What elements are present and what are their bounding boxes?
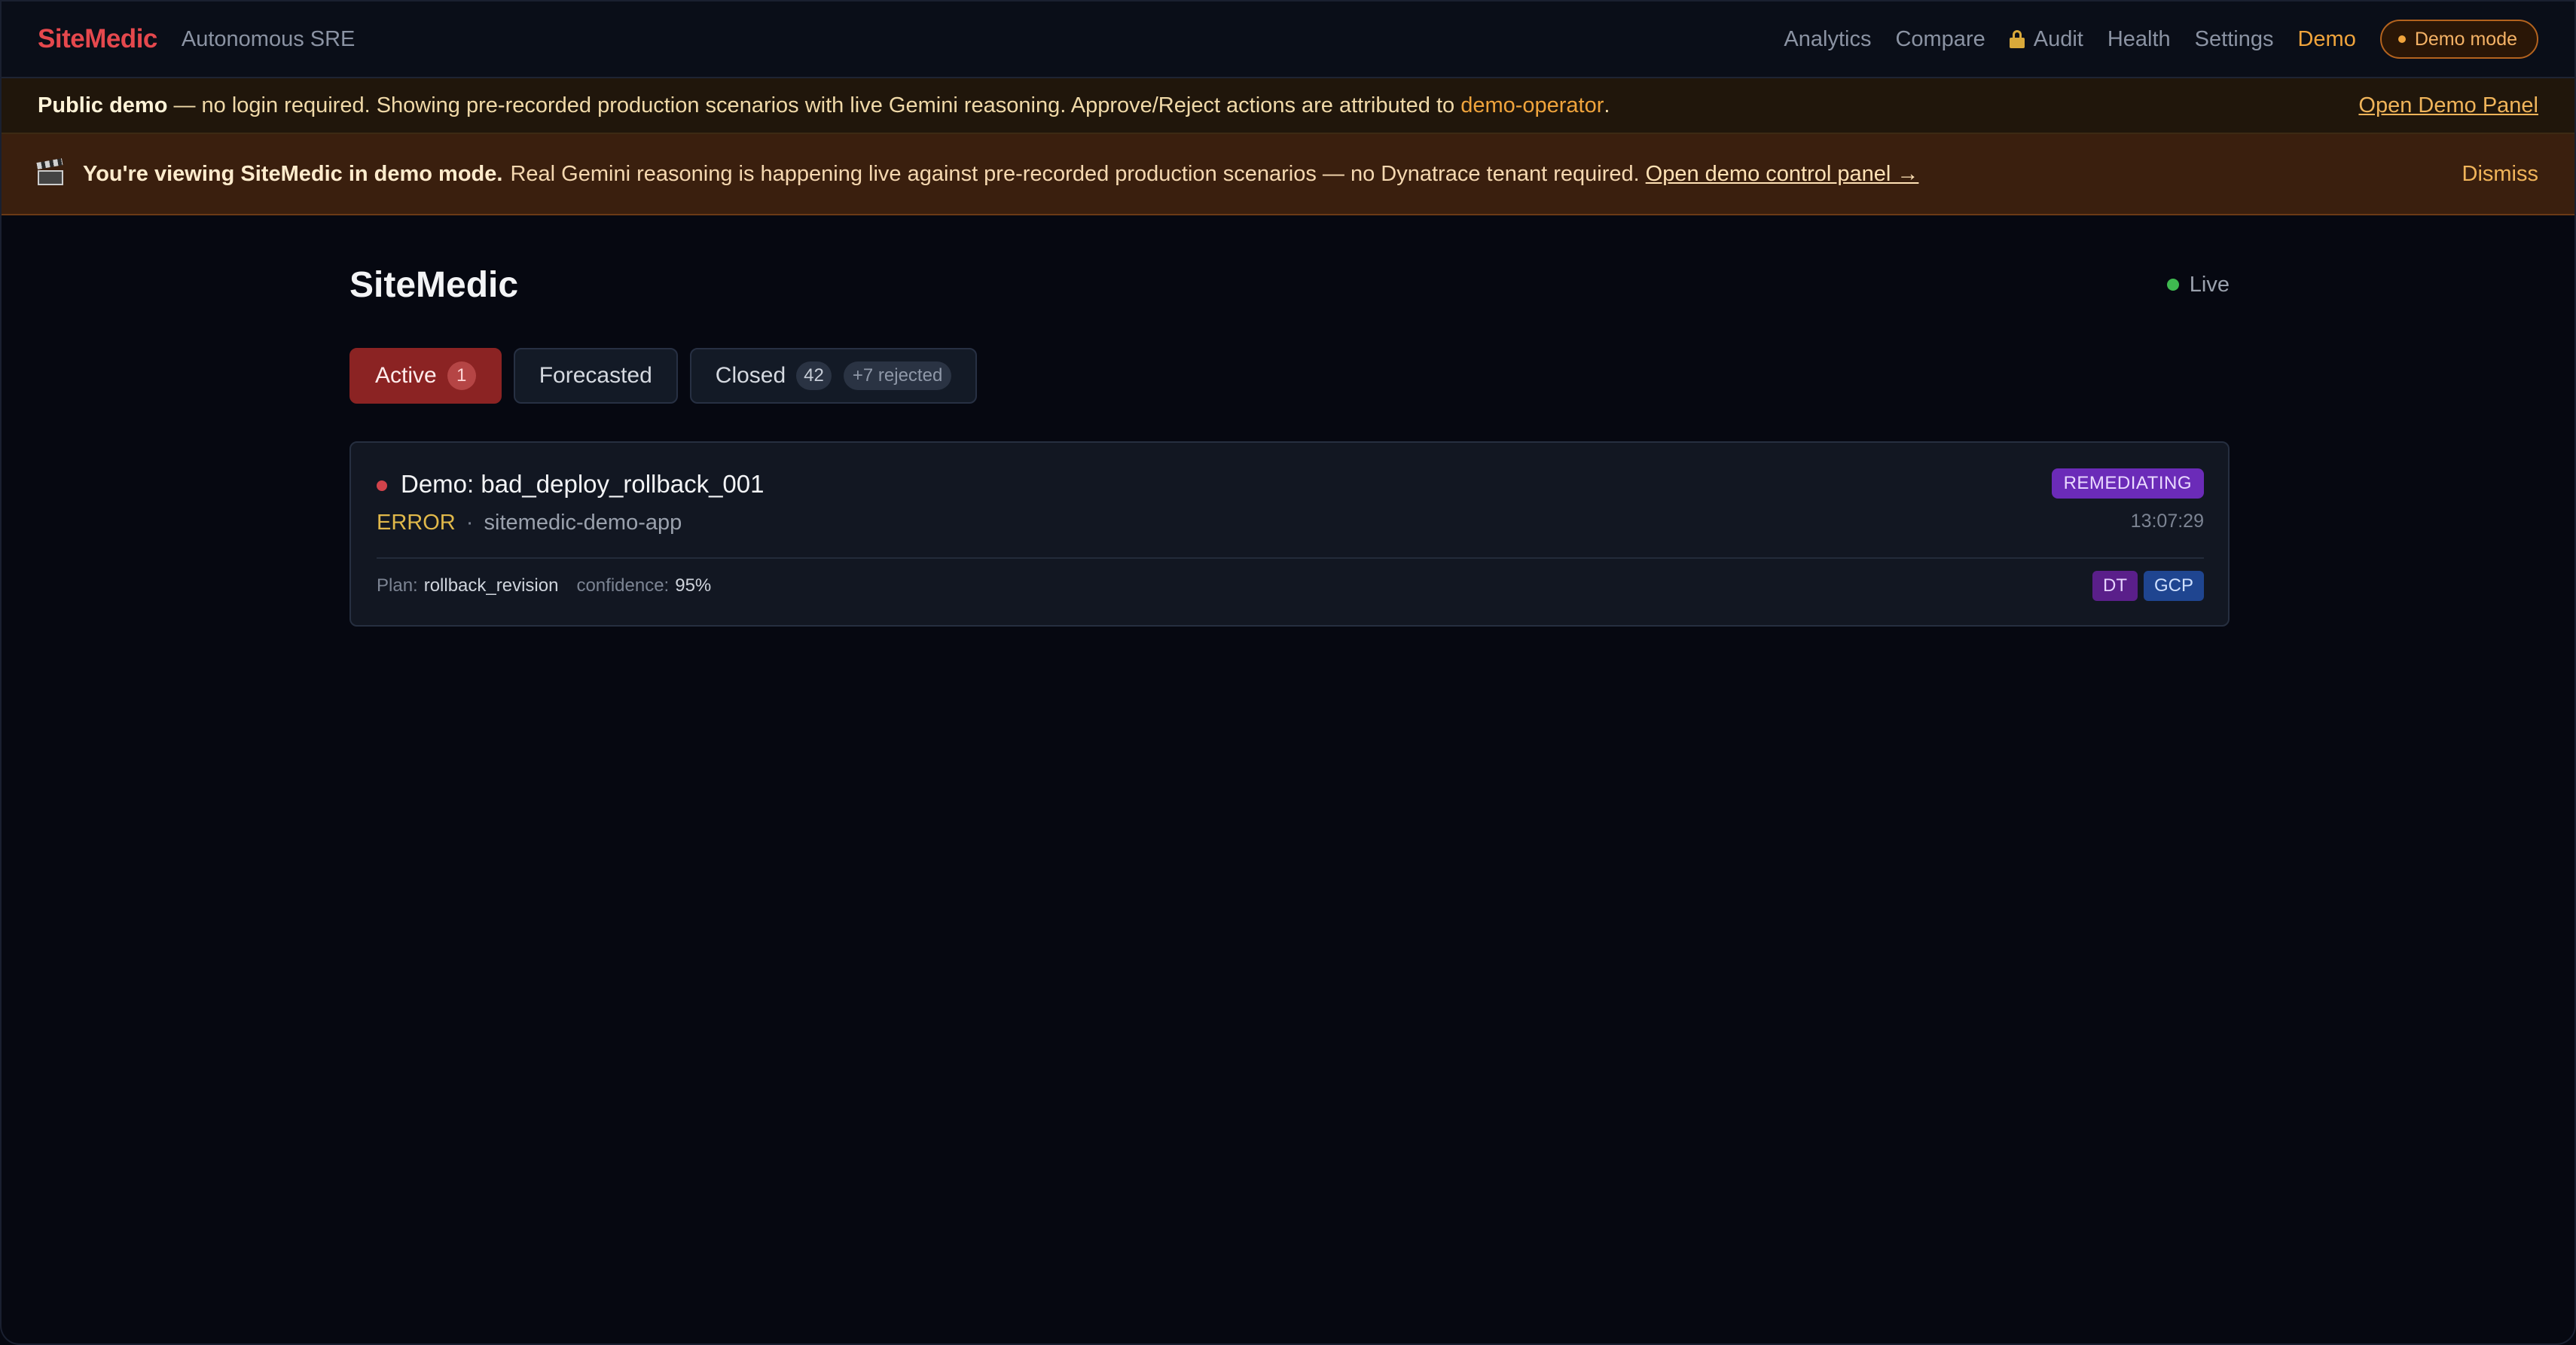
tab-closed-count: 42 <box>796 361 832 390</box>
incident-tabs: Active 1 Forecasted Closed 42 +7 rejecte… <box>349 348 989 404</box>
divider <box>377 557 2204 559</box>
tab-active-count: 1 <box>447 361 476 390</box>
page-header: SiteMedic Live <box>349 262 2230 307</box>
incident-card[interactable]: Demo: bad_deploy_rollback_001 ERROR · si… <box>349 441 2230 627</box>
tab-active-label: Active <box>375 363 437 388</box>
tab-closed[interactable]: Closed 42 +7 rejected <box>689 348 978 404</box>
rejected-count-badge: +7 rejected <box>843 361 952 390</box>
demo-mode-label: Demo mode <box>2414 28 2517 50</box>
incident-title[interactable]: Demo: bad_deploy_rollback_001 <box>401 470 765 499</box>
nav-link-demo[interactable]: Demo <box>2297 27 2355 52</box>
live-dot-icon <box>2166 279 2179 291</box>
demo-dot-icon <box>2397 35 2406 43</box>
demo-mode-pill[interactable]: Demo mode <box>2379 20 2538 59</box>
page-title: SiteMedic <box>349 264 519 305</box>
plan-label: Plan: <box>377 575 418 596</box>
public-demo-end: . <box>1604 93 1610 117</box>
demo-mode-text: Real Gemini reasoning is happening live … <box>510 161 1640 186</box>
public-demo-bold: Public demo <box>38 93 168 117</box>
public-demo-banner: Public demo — no login required. Showing… <box>2 78 2574 134</box>
app-window: SiteMedic Autonomous SRE Analytics Compa… <box>0 0 2576 1345</box>
nav-link-analytics[interactable]: Analytics <box>1784 27 1871 52</box>
brand-tagline: Autonomous SRE <box>181 26 356 51</box>
demo-mode-banner: You're viewing SiteMedic in demo mode. R… <box>2 134 2574 215</box>
dismiss-button[interactable]: Dismiss <box>2462 162 2539 187</box>
separator: · <box>465 511 474 535</box>
confidence-label: confidence: <box>576 575 670 596</box>
clapperboard-icon <box>36 158 63 185</box>
incident-timestamp: 13:07:29 <box>2130 511 2204 532</box>
status-badge: REMEDIATING <box>2051 468 2204 499</box>
live-indicator: Live <box>2166 272 2230 297</box>
plan-row: Plan: rollback_revision confidence: 95% <box>377 575 711 596</box>
service-name: sitemedic-demo-app <box>484 511 682 535</box>
nav-link-settings[interactable]: Settings <box>2195 27 2274 52</box>
source-tags: DT GCP <box>2086 571 2204 601</box>
plan-value: rollback_revision <box>423 575 559 596</box>
nav-link-audit-label: Audit <box>2033 26 2083 51</box>
live-label: Live <box>2189 272 2230 297</box>
tab-closed-label: Closed <box>715 363 786 388</box>
confidence-value: 95% <box>675 575 712 596</box>
open-demo-control-panel-link[interactable]: Open demo control panel → <box>1646 162 1919 187</box>
tag-dt: DT <box>2092 571 2138 601</box>
lock-icon <box>2009 30 2025 48</box>
tab-forecasted-label: Forecasted <box>539 363 652 388</box>
severity-label: ERROR <box>377 511 456 535</box>
brand-logo[interactable]: SiteMedic <box>38 24 157 54</box>
demo-mode-bold: You're viewing SiteMedic in demo mode. <box>83 161 503 186</box>
nav-link-audit[interactable]: Audit <box>2009 26 2083 52</box>
tab-active[interactable]: Active 1 <box>349 348 502 404</box>
nav-links: Analytics Compare Audit Health Settings … <box>1760 20 2538 59</box>
public-demo-text: — no login required. Showing pre-recorde… <box>167 93 1461 117</box>
open-demo-panel-link[interactable]: Open Demo Panel <box>2358 93 2538 118</box>
incident-subtitle: ERROR · sitemedic-demo-app <box>377 511 682 535</box>
nav-link-health[interactable]: Health <box>2107 27 2171 52</box>
nav-link-compare[interactable]: Compare <box>1895 27 1985 52</box>
demo-operator-name: demo-operator <box>1460 93 1604 117</box>
severity-dot-icon <box>377 480 387 491</box>
top-nav: SiteMedic Autonomous SRE Analytics Compa… <box>2 2 2574 78</box>
tag-gcp: GCP <box>2143 571 2204 601</box>
tab-forecasted[interactable]: Forecasted <box>513 348 678 404</box>
